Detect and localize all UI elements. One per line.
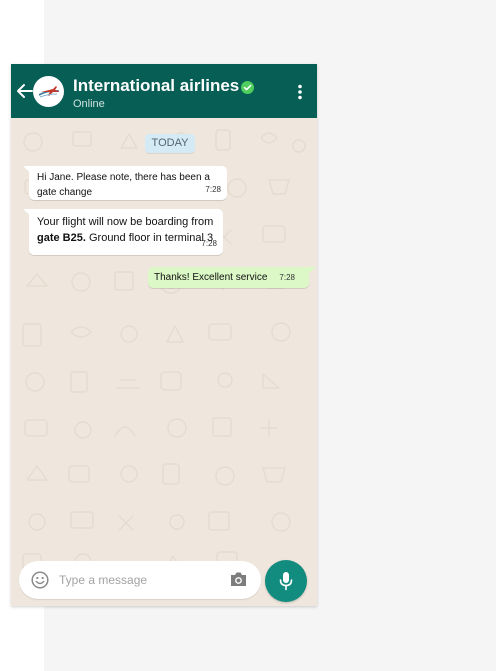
avatar[interactable] — [33, 76, 64, 107]
message-text: gate change — [37, 187, 93, 198]
incoming-message[interactable]: Your flight will now be boarding from ga… — [23, 209, 223, 255]
airline-logo — [38, 86, 60, 98]
message-input[interactable] — [59, 570, 219, 590]
bubble-tail — [306, 267, 316, 276]
kebab-menu-icon[interactable] — [297, 84, 303, 100]
message-time: 7:28 — [279, 273, 295, 282]
chat-header: International airlines Online — [11, 64, 317, 118]
bubble-tail — [23, 166, 33, 175]
date-divider: TODAY — [145, 134, 195, 153]
message-text: Your flight will now be boarding from — [37, 216, 214, 228]
message-text-line2: gate B25. Ground floor in terminal 3 — [37, 230, 217, 246]
bubble-tail — [23, 209, 33, 218]
message-composer — [19, 561, 261, 599]
contact-status: Online — [73, 98, 105, 110]
camera-icon[interactable] — [229, 571, 248, 588]
outgoing-message[interactable]: Thanks! Excellent service 7:28 — [148, 267, 316, 288]
message-time: 7:28 — [201, 239, 217, 248]
contact-name[interactable]: International airlines — [73, 76, 239, 96]
incoming-message[interactable]: Hi Jane. Please note, there has been a g… — [23, 166, 227, 200]
check-badge-icon — [241, 81, 254, 94]
message-text-rest: Ground floor in terminal 3 — [85, 232, 214, 244]
message-time: 7:28 — [205, 185, 221, 194]
voice-message-button[interactable] — [265, 560, 307, 602]
microphone-icon — [279, 572, 293, 591]
chat-window: International airlines Online TODAY Hi J… — [11, 64, 317, 606]
arrow-left-icon[interactable] — [15, 81, 35, 101]
smiley-icon[interactable] — [31, 571, 49, 589]
message-text: Hi Jane. Please note, there has been a — [37, 172, 210, 183]
message-bold-text: gate B25. — [37, 232, 86, 244]
